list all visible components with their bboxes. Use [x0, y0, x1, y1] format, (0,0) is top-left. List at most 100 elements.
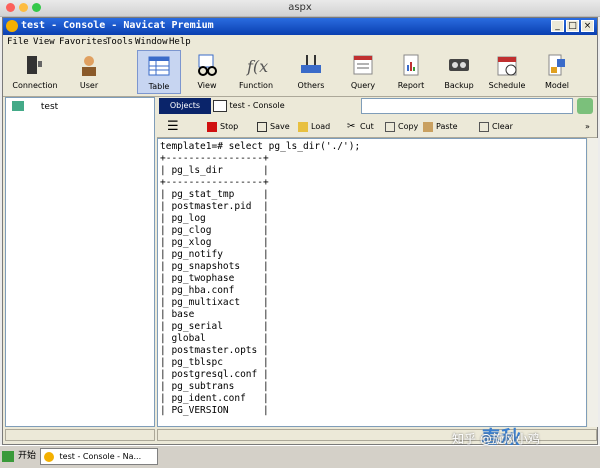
paste-button[interactable]: Paste — [423, 120, 458, 134]
others-label: Others — [297, 81, 325, 90]
stop-button[interactable]: Stop — [207, 120, 238, 134]
function-button[interactable]: f(x) Function — [233, 50, 279, 94]
windows-logo-icon — [2, 451, 14, 462]
cut-button[interactable]: ✂ Cut — [347, 120, 374, 134]
tab-console[interactable]: test - Console — [213, 98, 359, 114]
backup-icon — [449, 59, 469, 71]
copy-button[interactable]: Copy — [385, 120, 418, 134]
schedule-label: Schedule — [488, 81, 526, 90]
tree-item-label: test — [40, 101, 59, 112]
trash-icon — [479, 121, 489, 132]
clear-label: Clear — [492, 122, 513, 131]
save-icon — [257, 121, 267, 132]
table-icon — [148, 56, 170, 76]
clear-button[interactable]: Clear — [479, 120, 513, 134]
maximize-button[interactable]: □ — [566, 20, 579, 32]
console-line: | pg_serial | — [160, 321, 269, 332]
taskbar-item-navicat[interactable]: test - Console - Na... — [40, 448, 158, 465]
schedule-button[interactable]: Schedule — [483, 50, 531, 94]
navicat-window: test - Console - Navicat Premium _ □ × F… — [2, 17, 598, 450]
others-button[interactable]: Others — [289, 50, 333, 94]
cut-label: Cut — [360, 122, 374, 131]
table-label: Table — [148, 82, 170, 91]
menu-window[interactable]: Window — [135, 37, 168, 47]
menu-view[interactable]: View — [33, 37, 55, 47]
taskbar-item-label: test - Console - Na... — [59, 452, 142, 461]
chevron-overflow-icon[interactable]: » — [585, 120, 590, 134]
report-icon — [403, 54, 419, 76]
hamburger-menu-icon[interactable]: ☰ — [167, 120, 179, 134]
load-label: Load — [311, 122, 331, 131]
menu-bar: File View Favorites Tools Window Help — [3, 36, 597, 50]
console-line: | pg_notify | — [160, 249, 269, 260]
console-scrollbar[interactable] — [588, 138, 598, 427]
console-line: | pg_clog | — [160, 225, 269, 236]
console-line: | postmaster.pid | — [160, 201, 269, 212]
console-line: | pg_log | — [160, 213, 269, 224]
svg-text:f(x): f(x) — [246, 57, 268, 76]
status-panel-left — [5, 429, 155, 441]
start-label: 开始 — [17, 451, 36, 461]
function-label: Function — [238, 81, 274, 90]
connection-icon — [27, 56, 42, 74]
console-line: | global | — [160, 333, 269, 344]
menu-file[interactable]: File — [7, 37, 29, 47]
backup-button[interactable]: Backup — [439, 50, 479, 94]
console-line: | pg_ls_dir | — [160, 165, 269, 176]
scissors-icon: ✂ — [347, 120, 356, 132]
console-line: | pg_snapshots | — [160, 261, 269, 272]
console-line: template1=# select pg_ls_dir('./'); — [160, 141, 361, 152]
copy-label: Copy — [398, 122, 419, 131]
query-label: Query — [350, 81, 376, 90]
load-button[interactable]: Load — [298, 120, 330, 134]
view-icon — [198, 54, 217, 76]
schedule-icon — [497, 56, 517, 76]
main-toolbar: Connection User Table View f(x) Function… — [3, 50, 597, 97]
connection-label: Connection — [12, 81, 58, 90]
user-button[interactable]: User — [69, 50, 109, 94]
model-button[interactable]: Model — [537, 50, 577, 94]
report-label: Report — [397, 81, 425, 90]
query-button[interactable]: Query — [343, 50, 383, 94]
user-label: User — [79, 81, 99, 90]
console-line: | pg_xlog | — [160, 237, 269, 248]
menu-tools[interactable]: Tools — [106, 37, 133, 47]
close-button[interactable]: × — [581, 20, 594, 32]
console-line: | postmaster.opts | — [160, 345, 269, 356]
console-line: | pg_stat_tmp | — [160, 189, 269, 200]
load-folder-icon — [298, 121, 308, 132]
console-line: | pg_multixact | — [160, 297, 269, 308]
tab-objects[interactable]: Objects — [159, 98, 211, 114]
mac-window-title: aspx — [288, 2, 312, 13]
connection-button[interactable]: Connection — [5, 50, 65, 94]
new-tab-icon[interactable] — [577, 98, 593, 114]
user-icon — [82, 56, 96, 76]
mac-titlebar: aspx — [0, 0, 600, 17]
menu-favorites[interactable]: Favorites — [59, 37, 108, 47]
start-button[interactable]: 开始 — [2, 448, 36, 465]
view-button[interactable]: View — [187, 50, 227, 94]
save-label: Save — [270, 122, 290, 131]
taskbar: 开始 test - Console - Na... — [0, 445, 600, 468]
console-toolbar: ☰ Stop Save Load ✂ Cut Copy Paste Clear » — [157, 117, 597, 138]
database-icon — [12, 101, 24, 111]
tree-item-test[interactable]: test — [12, 101, 58, 112]
tab-strip-blank — [361, 98, 573, 114]
minimize-button[interactable]: _ — [551, 20, 564, 32]
table-button[interactable]: Table — [137, 50, 181, 94]
function-icon: f(x) — [246, 57, 268, 76]
connection-tree[interactable]: test — [5, 97, 155, 427]
console-line: | pg_subtrans | — [160, 381, 269, 392]
navicat-task-icon — [44, 451, 54, 462]
save-button[interactable]: Save — [257, 120, 290, 134]
stop-icon — [207, 121, 217, 132]
paste-label: Paste — [436, 122, 458, 131]
model-icon — [548, 54, 565, 76]
window-titlebar: test - Console - Navicat Premium _ □ × — [3, 18, 597, 35]
report-button[interactable]: Report — [391, 50, 431, 94]
watermark-text: 知乎 @旋风小鸡 — [452, 432, 540, 446]
console-line: | pg_twophase | — [160, 273, 269, 284]
console-output[interactable]: template1=# select pg_ls_dir('./'); +---… — [157, 138, 587, 427]
menu-help[interactable]: Help — [169, 37, 191, 47]
console-line: | PG_VERSION | — [160, 405, 269, 416]
